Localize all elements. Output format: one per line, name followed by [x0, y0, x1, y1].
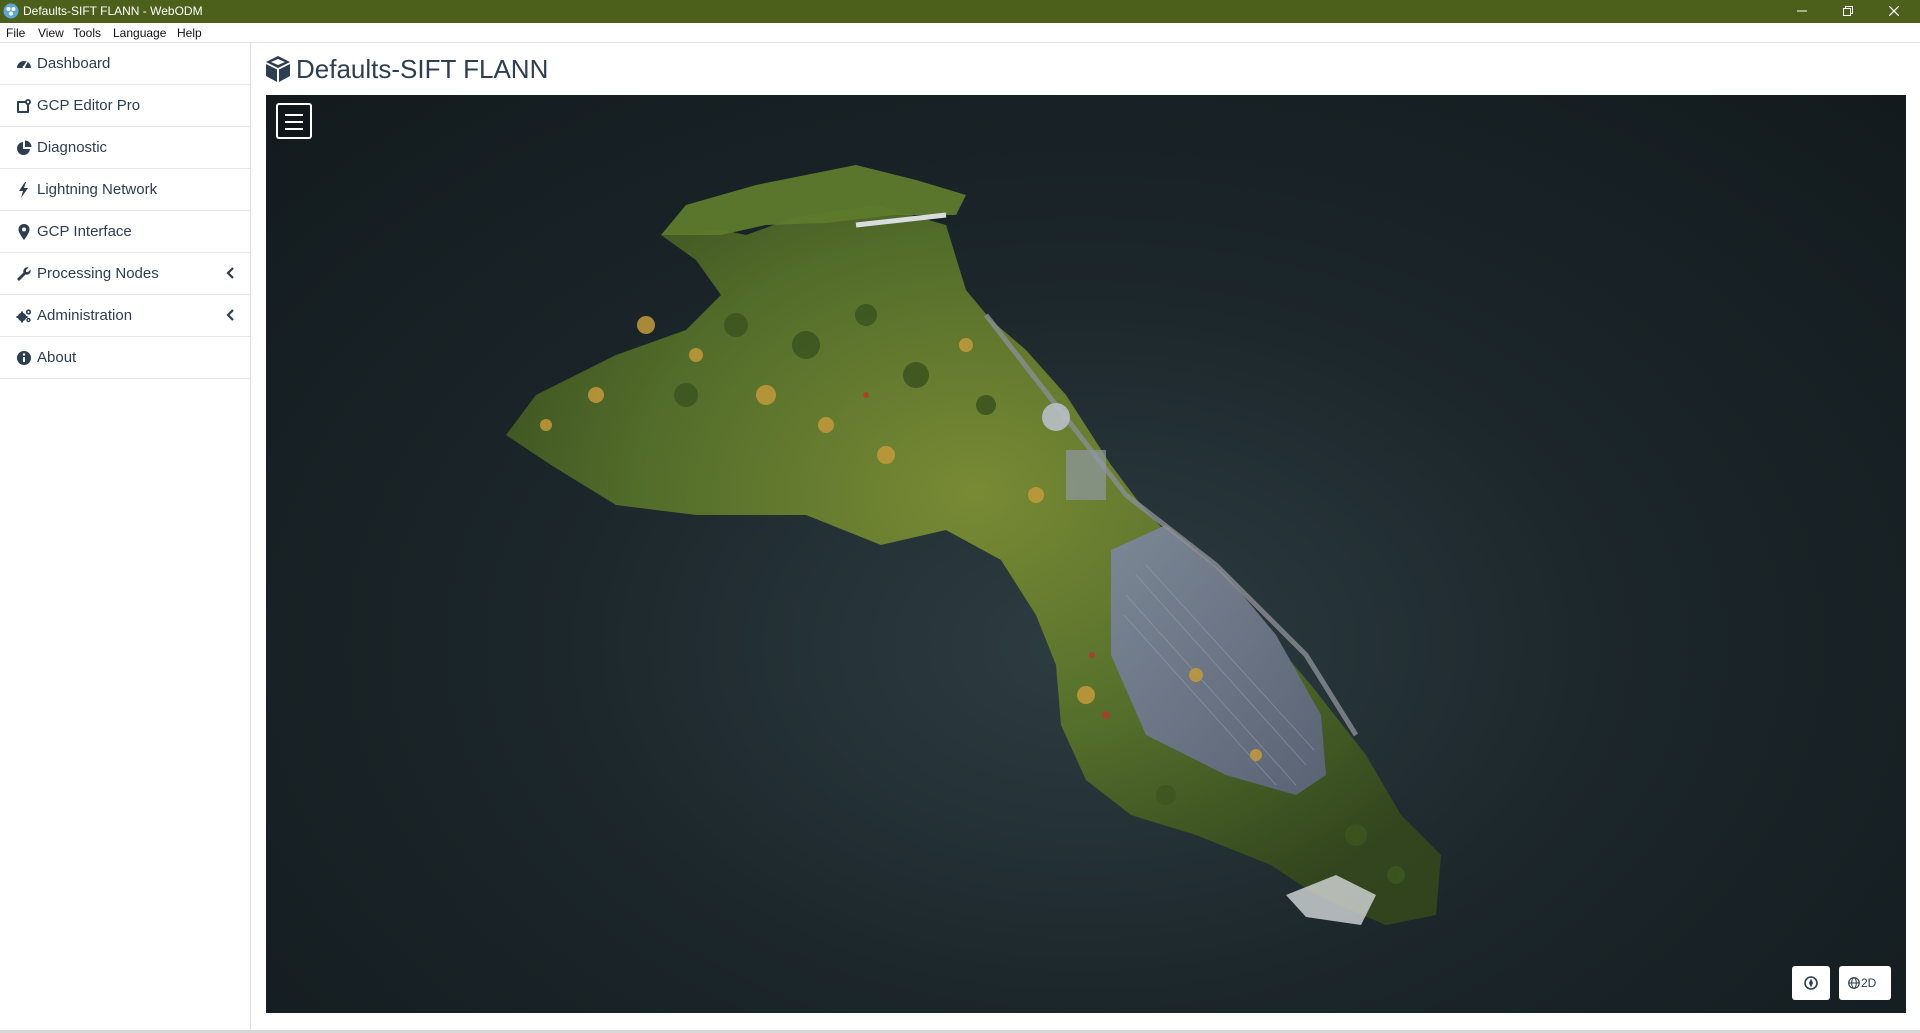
viewer-menu-button[interactable] [276, 103, 312, 139]
compass-icon [1804, 976, 1818, 990]
sidebar-item-lightning-network[interactable]: Lightning Network [0, 169, 250, 211]
sidebar-item-gcp-editor-pro[interactable]: GCP Editor Pro [0, 85, 250, 127]
wrench-icon [17, 267, 31, 281]
point-cloud-model[interactable] [266, 95, 1906, 1013]
minimize-icon [1797, 10, 1807, 12]
menubar: File View Tools Language Help [0, 23, 1920, 43]
close-icon [1888, 5, 1900, 17]
menu-view[interactable]: View [38, 26, 64, 40]
point-cloud-viewer[interactable]: 2D [266, 95, 1906, 1013]
sidebar-item-processing-nodes[interactable]: Processing Nodes [0, 253, 250, 295]
toggle-2d-button[interactable]: 2D [1839, 966, 1891, 1000]
sidebar-item-gcp-interface[interactable]: GCP Interface [0, 211, 250, 253]
bolt-icon [19, 182, 28, 198]
window-titlebar: Defaults-SIFT FLANN - WebODM [0, 0, 1920, 23]
chevron-left-icon[interactable] [225, 308, 237, 322]
close-button[interactable] [1871, 0, 1917, 23]
menu-file[interactable]: File [6, 26, 25, 40]
info-circle-icon [17, 351, 31, 365]
maximize-button[interactable] [1825, 0, 1871, 23]
page-title: Defaults-SIFT FLANN [296, 54, 549, 84]
compass-button[interactable] [1792, 966, 1830, 1000]
cube-icon [266, 56, 290, 82]
sidebar-item-label: Processing Nodes [37, 265, 159, 282]
gcp-editor-icon [17, 99, 31, 113]
cogs-icon [16, 309, 32, 323]
window-title: Defaults-SIFT FLANN - WebODM [23, 4, 203, 18]
chevron-left-icon[interactable] [225, 266, 237, 280]
hamburger-menu-icon [285, 128, 303, 130]
map-marker-icon [18, 224, 30, 240]
sidebar-item-about[interactable]: About [0, 337, 250, 379]
menu-language[interactable]: Language [113, 26, 166, 40]
sidebar-item-label: GCP Interface [37, 223, 132, 240]
minimize-button[interactable] [1779, 0, 1825, 23]
globe-icon [1848, 977, 1860, 989]
sidebar: Dashboard GCP Editor Pro Diagnostic Ligh… [0, 43, 251, 1033]
sidebar-item-label: Lightning Network [37, 181, 158, 198]
sidebar-item-label: GCP Editor Pro [37, 97, 141, 114]
menu-help[interactable]: Help [177, 26, 202, 40]
main-content: Defaults-SIFT FLANN 2D [252, 43, 1920, 1033]
sidebar-item-diagnostic[interactable]: Diagnostic [0, 127, 250, 169]
sidebar-item-administration[interactable]: Administration [0, 295, 250, 337]
restore-icon [1843, 6, 1853, 16]
dashboard-icon [17, 61, 31, 69]
menu-tools[interactable]: Tools [73, 26, 101, 40]
mode-label: 2D [1861, 976, 1877, 990]
hamburger-menu-icon [285, 114, 303, 116]
webodm-app-icon [3, 3, 19, 19]
pie-chart-icon [17, 140, 32, 155]
hamburger-menu-icon [285, 121, 303, 123]
sidebar-item-label: Dashboard [37, 55, 111, 72]
sidebar-item-label: About [37, 349, 77, 366]
sidebar-item-dashboard[interactable]: Dashboard [0, 43, 250, 85]
sidebar-item-label: Administration [37, 307, 133, 324]
sidebar-item-label: Diagnostic [37, 139, 108, 156]
